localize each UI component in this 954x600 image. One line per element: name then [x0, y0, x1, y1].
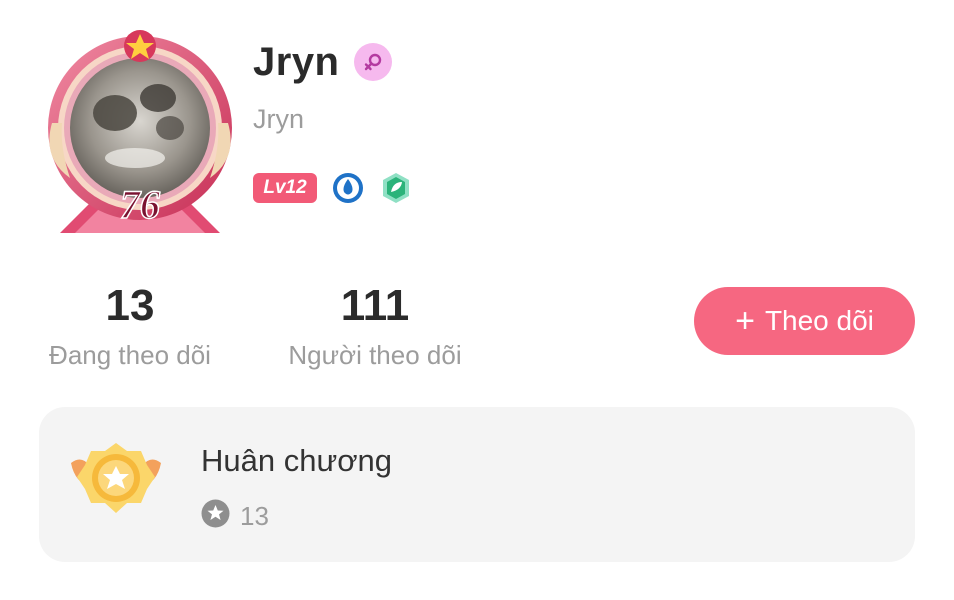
following-count: 13 — [105, 281, 155, 330]
avatar[interactable]: 76 — [40, 28, 240, 238]
username: Jryn — [253, 104, 305, 134]
follow-button-label: Theo dõi — [764, 305, 874, 336]
followers-label: Người theo dõi — [288, 340, 462, 370]
female-icon — [353, 43, 392, 81]
avatar-frame-icon: 76 — [48, 30, 232, 233]
star-circle-icon — [201, 499, 230, 533]
medal-icon — [67, 441, 165, 527]
display-name: Jryn — [253, 39, 340, 84]
plus-icon: + — [735, 302, 755, 340]
followers-stat[interactable]: 111 Người theo dõi — [278, 282, 472, 371]
svg-text:76: 76 — [120, 182, 160, 227]
follow-button[interactable]: + Theo dõi — [694, 287, 915, 355]
water-drop-badge-icon[interactable] — [331, 171, 365, 205]
badge-row: Lv12 — [253, 171, 413, 205]
medal-count: 13 — [240, 500, 269, 531]
following-stat[interactable]: 13 Đang theo dõi — [38, 282, 222, 371]
following-label: Đang theo dõi — [49, 340, 211, 370]
name-row: Jryn — [253, 38, 392, 86]
medal-card[interactable]: Huân chương 13 — [39, 407, 915, 562]
medal-count-row: 13 — [201, 499, 269, 533]
followers-count: 111 — [340, 281, 410, 330]
leaf-badge-icon[interactable] — [379, 171, 413, 205]
medal-title: Huân chương — [201, 443, 393, 478]
level-badge[interactable]: Lv12 — [253, 173, 317, 203]
